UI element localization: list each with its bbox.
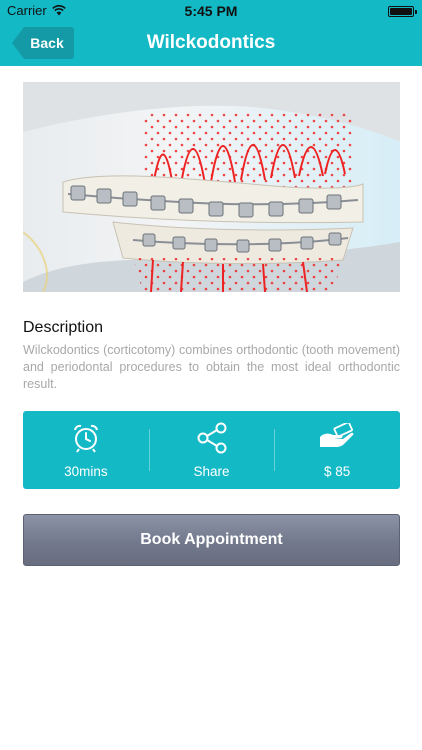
status-bar: Carrier 5:45 PM [0,0,422,22]
price-label: $ 85 [324,464,351,479]
navigation-bar: Back Wilckodontics [0,22,422,66]
duration-item: 30mins [23,411,149,489]
status-time: 5:45 PM [184,3,238,19]
battery-icon [388,6,417,17]
page-title: Wilckodontics [146,32,276,53]
alarm-clock-icon [73,424,98,453]
description-text: Wilckodontics (corticotomy) combines ort… [23,343,400,391]
hand-money-icon [320,423,354,447]
teeth-braces-image [23,82,400,292]
book-appointment-button[interactable]: Book Appointment [23,514,400,566]
share-icon [197,422,226,454]
price-item: $ 85 [274,411,400,489]
duration-label: 30mins [64,464,108,479]
description-heading: Description [23,319,104,336]
top-bar: Carrier 5:45 PM Back Wilckodontics [0,0,422,66]
share-label: Share [193,464,230,479]
share-item[interactable]: Share [148,411,275,489]
service-info-bar: 30mins Share $ 85 [23,411,400,489]
